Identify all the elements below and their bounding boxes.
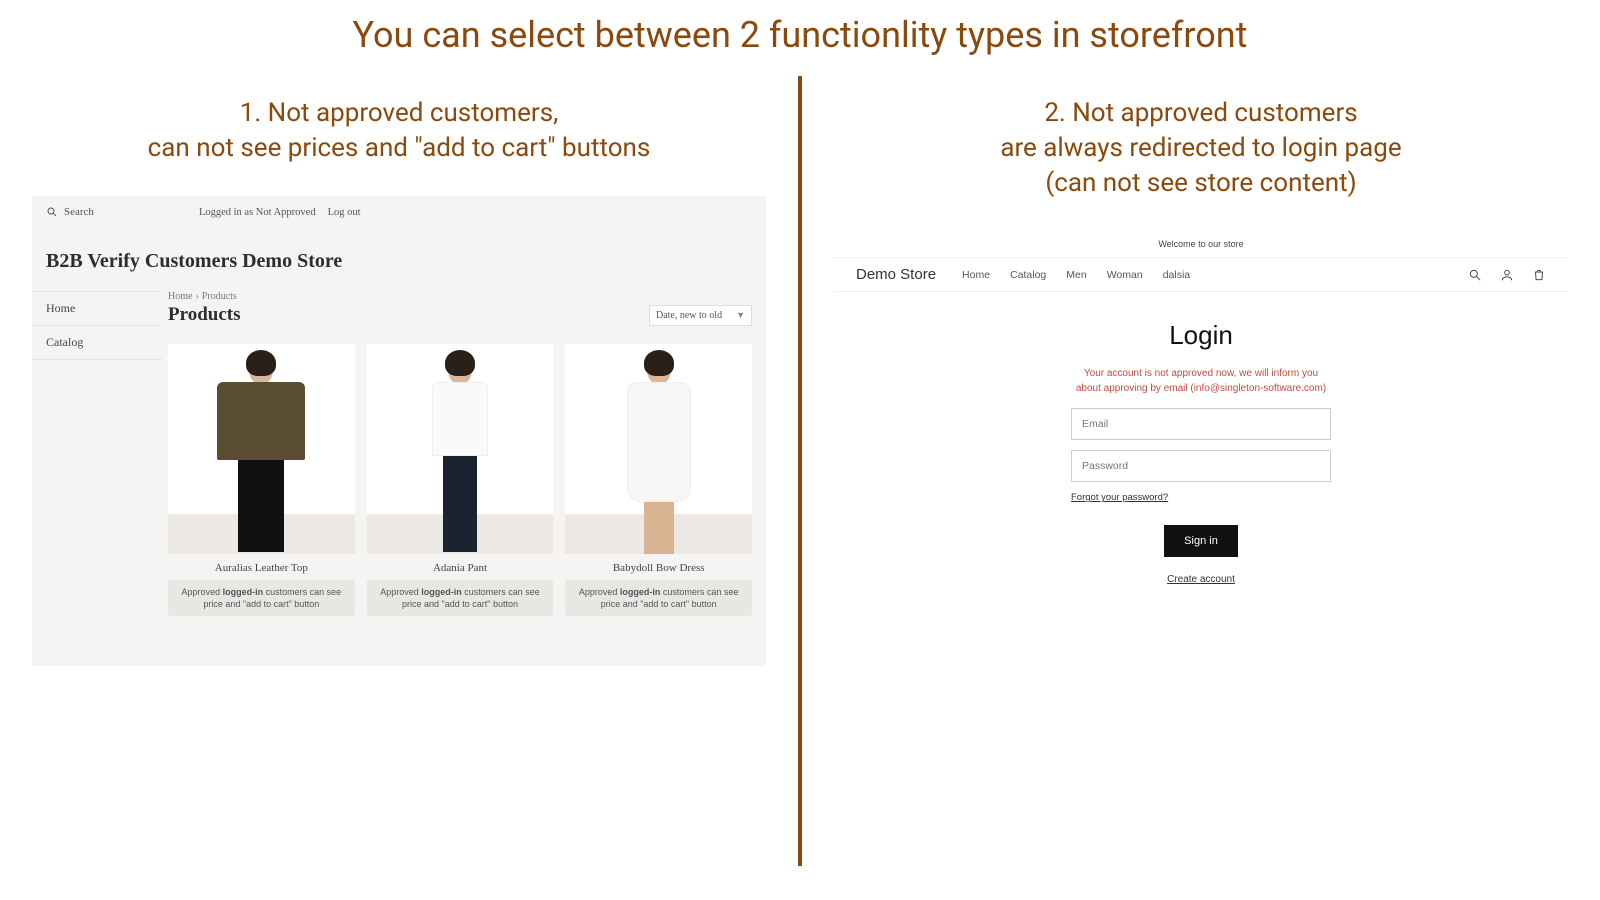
breadcrumb: Home›Products <box>168 291 752 302</box>
left-subtitle-line2: can not see prices and "add to cart" but… <box>148 133 651 163</box>
product-image <box>168 344 355 554</box>
login-title: Login <box>1071 320 1331 351</box>
left-subtitle-line1: 1. Not approved customers, <box>240 98 559 128</box>
nav-dalsia[interactable]: dalsia <box>1163 269 1190 281</box>
signin-button[interactable]: Sign in <box>1164 525 1238 557</box>
cart-icon[interactable] <box>1532 268 1546 282</box>
logged-in-text: Logged in as Not Approved <box>199 207 316 218</box>
account-icon[interactable] <box>1500 268 1514 282</box>
forgot-password-link[interactable]: Forgot your password? <box>1071 492 1331 503</box>
logout-link[interactable]: Log out <box>328 207 361 218</box>
store-header: Demo Store Home Catalog Men Woman dalsia <box>834 258 1568 292</box>
right-subtitle-line1: 2. Not approved customers <box>1044 98 1357 128</box>
main-content: Home›Products Products Date, new to old … <box>162 291 766 616</box>
storefront-hidden-prices: Search Logged in as Not Approved Log out… <box>32 196 766 666</box>
search-label: Search <box>64 206 94 218</box>
product-card[interactable]: Babydoll Bow Dress Approved logged-in cu… <box>565 344 752 616</box>
product-card[interactable]: Auralias Leather Top Approved logged-in … <box>168 344 355 616</box>
announcement-bar: Welcome to our store <box>834 231 1568 258</box>
storefront-login-redirect: Welcome to our store Demo Store Home Cat… <box>834 231 1568 611</box>
search-input[interactable]: Search <box>46 206 94 218</box>
left-column: 1. Not approved customers, can not see p… <box>0 76 798 866</box>
right-subtitle-line3: (can not see store content) <box>1045 168 1356 198</box>
create-account-link[interactable]: Create account <box>1167 574 1235 585</box>
page-title: You can select between 2 functionlity ty… <box>0 0 1600 56</box>
sidebar-nav: Home Catalog <box>32 291 162 616</box>
topbar: Search Logged in as Not Approved Log out <box>32 196 766 228</box>
products-heading: Products <box>168 304 240 326</box>
product-name: Adania Pant <box>367 562 554 574</box>
nav-men[interactable]: Men <box>1066 269 1086 281</box>
sidebar-item-catalog[interactable]: Catalog <box>32 325 162 360</box>
sidebar-item-home[interactable]: Home <box>32 291 162 325</box>
store-brand[interactable]: Demo Store <box>856 266 936 283</box>
product-name: Babydoll Bow Dress <box>565 562 752 574</box>
nav-catalog[interactable]: Catalog <box>1010 269 1046 281</box>
approved-message: Approved logged-in customers can see pri… <box>565 580 752 616</box>
login-form: Login Your account is not approved now, … <box>1071 320 1331 587</box>
header-icons <box>1468 268 1546 282</box>
password-field[interactable]: Password <box>1071 450 1331 482</box>
right-column: 2. Not approved customers are always red… <box>802 76 1600 866</box>
product-name: Auralias Leather Top <box>168 562 355 574</box>
sort-label: Date, new to old <box>656 310 722 321</box>
left-subtitle: 1. Not approved customers, can not see p… <box>20 96 778 166</box>
nav-woman[interactable]: Woman <box>1107 269 1143 281</box>
crumb-home[interactable]: Home <box>168 291 192 302</box>
approved-message: Approved logged-in customers can see pri… <box>168 580 355 616</box>
email-field[interactable]: Email <box>1071 408 1331 440</box>
product-card[interactable]: Adania Pant Approved logged-in customers… <box>367 344 554 616</box>
chevron-down-icon: ▼ <box>736 310 745 320</box>
product-image <box>367 344 554 554</box>
header-nav: Home Catalog Men Woman dalsia <box>962 269 1190 281</box>
nav-home[interactable]: Home <box>962 269 990 281</box>
crumb-products: Products <box>202 291 237 302</box>
right-subtitle-line2: are always redirected to login page <box>1000 133 1401 163</box>
search-icon[interactable] <box>1468 268 1482 282</box>
approval-warning: Your account is not approved now, we wil… <box>1071 367 1331 396</box>
columns-container: 1. Not approved customers, can not see p… <box>0 76 1600 866</box>
product-grid: Auralias Leather Top Approved logged-in … <box>168 344 752 616</box>
sort-select[interactable]: Date, new to old ▼ <box>649 305 752 326</box>
product-image <box>565 344 752 554</box>
search-icon <box>46 206 58 218</box>
approved-message: Approved logged-in customers can see pri… <box>367 580 554 616</box>
store-title: B2B Verify Customers Demo Store <box>32 228 766 291</box>
right-subtitle: 2. Not approved customers are always red… <box>822 96 1580 201</box>
login-info: Logged in as Not Approved Log out <box>199 207 361 218</box>
